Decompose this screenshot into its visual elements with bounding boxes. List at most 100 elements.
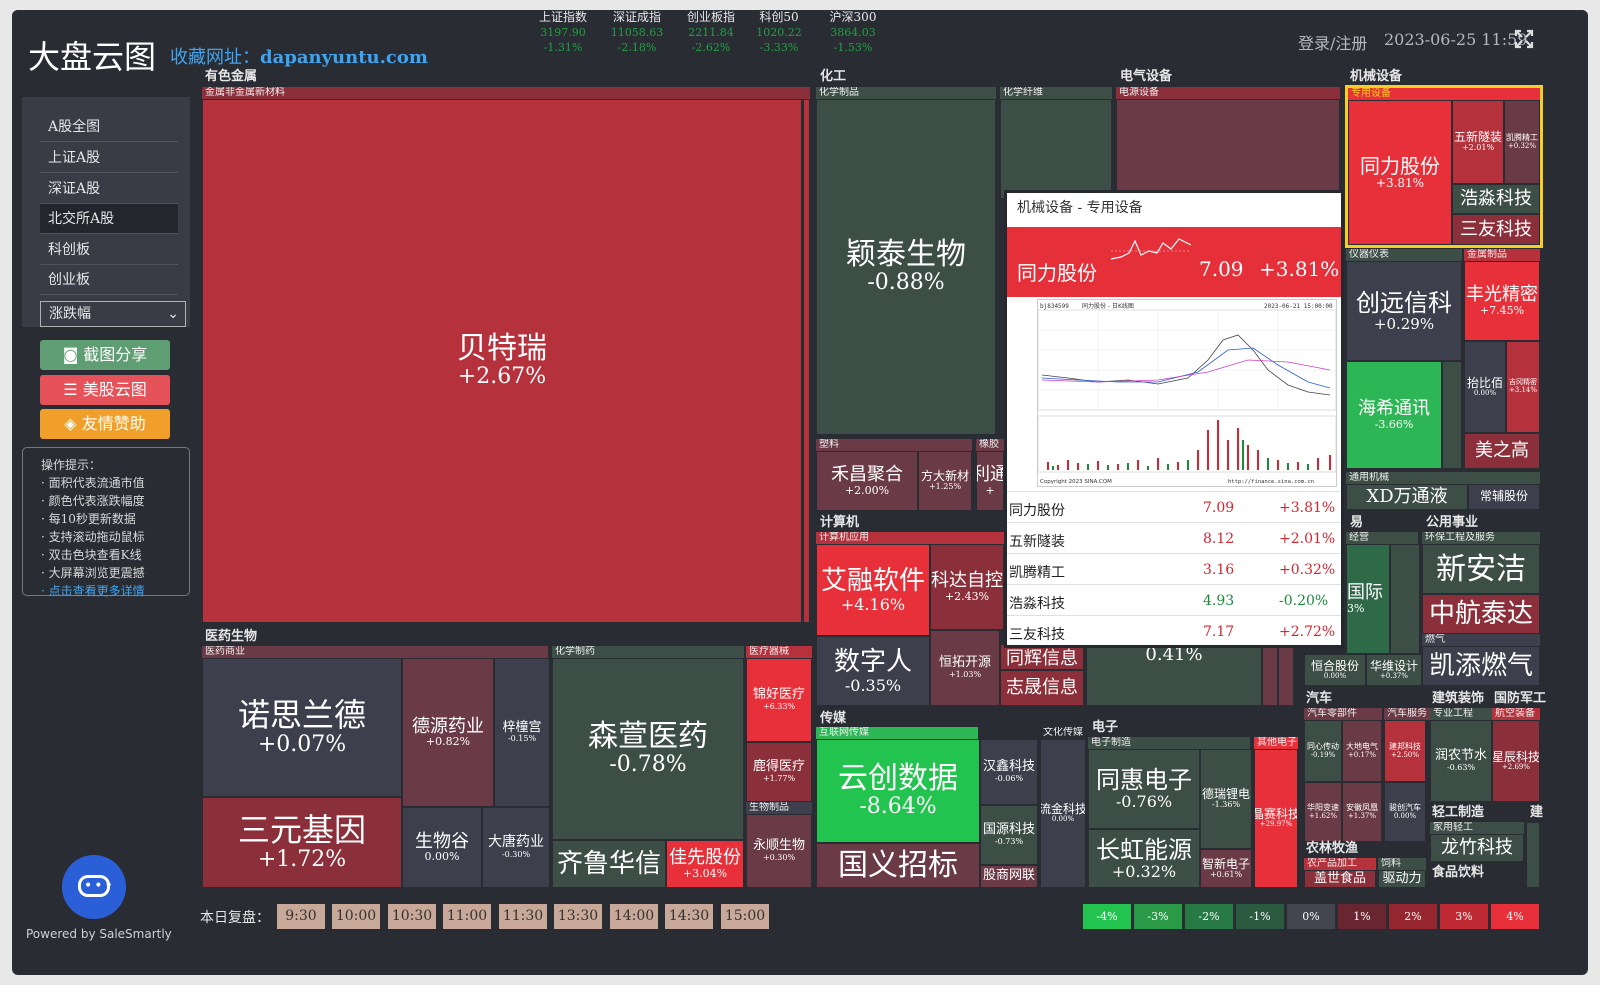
stock-tile[interactable]: 大唐药业 -0.30% (482, 807, 550, 888)
popup-main-quote[interactable]: 同力股份 7.09 +3.81% (1007, 227, 1341, 297)
stock-tile[interactable]: 志晟信息 (1000, 670, 1084, 706)
menu-kcb[interactable]: 科创板 (40, 235, 178, 265)
stock-tile[interactable]: 盖世食品 (1304, 870, 1376, 888)
stock-tile[interactable] (1000, 99, 1112, 199)
menu-a-all[interactable]: A股全图 (40, 112, 178, 142)
stock-tile[interactable]: 美之高 (1464, 433, 1540, 469)
stock-tile[interactable]: 利通 + (976, 451, 1004, 511)
stock-tile[interactable]: 国义招标 (816, 843, 980, 888)
stock-tile[interactable]: 创远信科 +0.29% (1346, 261, 1462, 361)
menu-sh-a[interactable]: 上证A股 (40, 143, 178, 173)
replay-time-button[interactable]: 11:30 (499, 904, 547, 929)
stock-tile[interactable]: 恒合股份 0.00% (1304, 654, 1366, 686)
stock-tile[interactable]: 方大新材 +1.25% (918, 451, 972, 511)
stock-tile[interactable]: 吉冈精密 +3.14% (1506, 341, 1540, 433)
menu-sz-a[interactable]: 深证A股 (40, 174, 178, 204)
stock-tile[interactable]: 禾昌聚合 +2.00% (816, 451, 918, 511)
stock-tile[interactable]: 常辅股份 (1468, 484, 1540, 510)
stock-tile[interactable]: 诺思兰德 +0.07% (202, 658, 402, 797)
replay-time-button[interactable]: 10:30 (388, 904, 436, 929)
stock-tile[interactable]: 中航泰达 (1422, 594, 1540, 634)
stock-tile[interactable]: 国际 3% (1346, 544, 1390, 654)
stock-tile[interactable]: 股商网联 (980, 865, 1038, 888)
stock-tile[interactable]: 齐鲁华信 (552, 840, 666, 888)
stock-tile[interactable]: 龙竹科技 (1430, 834, 1524, 862)
stock-tile[interactable]: 星辰科技 +2.69% (1492, 720, 1540, 802)
stock-tile[interactable]: 安徽凤凰 +1.37% (1342, 782, 1382, 842)
replay-time-button[interactable]: 10:00 (332, 904, 380, 929)
stock-tile[interactable]: 汉鑫科技 -0.06% (980, 739, 1038, 805)
stock-tile[interactable]: 大地电气 +0.17% (1342, 720, 1382, 782)
kline-chart[interactable]: bj834599 同力股份 - 日K线图 2023-06-21 15:00:00… (1037, 299, 1337, 487)
stock-tile[interactable]: 德源药业 +0.82% (402, 658, 494, 807)
stock-tile[interactable]: 抬比佰 0.00% (1464, 341, 1506, 433)
stock-tile[interactable]: 三元基因 +1.72% (202, 797, 402, 888)
index-hs300[interactable]: 沪深300 3864.03 -1.53% (814, 10, 892, 55)
stock-tile[interactable]: 凯腾精工 +0.32% (1504, 100, 1540, 184)
metric-select[interactable]: 涨跌幅 ⌄ (40, 301, 186, 327)
stock-tile[interactable]: 同心传动 -0.19% (1304, 720, 1342, 782)
stock-tile[interactable]: 海希通讯 -3.66% (1346, 361, 1442, 469)
stock-tile[interactable] (803, 99, 810, 623)
stock-tile[interactable]: 长虹能源 +0.32% (1088, 829, 1200, 888)
replay-time-button[interactable]: 14:30 (665, 904, 713, 929)
stock-tile[interactable]: 三友科技 (1452, 214, 1540, 245)
index-cyb[interactable]: 创业板指 2211.84 -2.62% (672, 10, 750, 55)
stock-tile[interactable]: 科达自控 +2.43% (930, 544, 1004, 630)
stock-tile[interactable]: 建邦科技 +2.50% (1384, 720, 1426, 782)
stock-tile[interactable]: 骏创汽车 0.00% (1384, 782, 1426, 842)
stock-tile[interactable]: 华维设计 +0.37% (1366, 654, 1422, 686)
stock-tile[interactable]: 梓橦宫 -0.15% (494, 658, 550, 807)
chat-button[interactable]: ••• (62, 855, 126, 919)
stock-tile[interactable] (1116, 99, 1340, 199)
index-kc50[interactable]: 科创50 1020.22 -3.33% (740, 10, 818, 55)
popup-row[interactable]: 浩淼科技 4.93 -0.20% (1007, 584, 1341, 615)
stock-tile[interactable]: 丰光精密 +7.45% (1464, 261, 1540, 341)
popup-row[interactable]: 五新隧装 8.12 +2.01% (1007, 522, 1341, 553)
stock-tile[interactable]: 艾融软件 +4.16% (816, 544, 930, 636)
fav-url[interactable]: dapanyuntu.com (260, 47, 428, 68)
stock-tile[interactable]: 生物谷 0.00% (402, 807, 482, 888)
stock-tile[interactable]: 锦好医疗 +6.33% (746, 658, 812, 742)
stock-tile[interactable]: 华阳变速 +1.62% (1304, 782, 1342, 842)
stock-tile[interactable]: XD万通液 (1346, 484, 1468, 510)
stock-tile[interactable]: 同力股份 +3.81% (1348, 100, 1452, 245)
stock-tile[interactable]: 贝特瑞 +2.67% (202, 99, 802, 623)
replay-time-button[interactable]: 11:00 (443, 904, 491, 929)
replay-time-button[interactable]: 15:00 (721, 904, 769, 929)
stock-tile[interactable]: 同惠电子 -0.76% (1088, 749, 1200, 829)
stock-tile[interactable]: 新安洁 (1422, 544, 1540, 594)
stock-tile[interactable]: 晶赛科技 +29.97% (1254, 749, 1298, 888)
site-logo[interactable]: 大盘云图 (28, 32, 156, 78)
popup-row[interactable]: 凯腾精工 3.16 +0.32% (1007, 553, 1341, 584)
index-sh[interactable]: 上证指数 3197.90 -1.31% (524, 10, 602, 55)
stock-tile[interactable]: 浩淼科技 (1452, 184, 1540, 214)
menu-bj-a[interactable]: 北交所A股 (40, 204, 178, 234)
index-sz[interactable]: 深证成指 11058.63 -2.18% (598, 10, 676, 55)
popup-row[interactable]: 同力股份 7.09 +3.81% (1007, 491, 1341, 522)
us-map-button[interactable]: ☰ 美股云图 (40, 375, 170, 405)
stock-tile[interactable]: 佳先股份 +3.04% (666, 840, 744, 888)
stock-tile[interactable]: 凯添燃气 (1422, 646, 1540, 686)
stock-tile[interactable]: 云创数据 -8.64% (816, 739, 980, 843)
stock-tile[interactable]: 国源科技 -0.73% (980, 805, 1038, 865)
powered-by[interactable]: Powered by SaleSmartly (26, 927, 172, 941)
stock-tile[interactable]: 智新电子 +0.61% (1200, 849, 1252, 888)
stock-tile[interactable]: 鹿得医疗 +1.77% (746, 742, 812, 802)
stock-tile[interactable]: 流金科技 0.00% (1040, 739, 1086, 888)
stock-tile[interactable]: 永顺生物 +0.30% (746, 814, 812, 888)
stock-tile[interactable] (1442, 361, 1462, 469)
menu-cyb[interactable]: 创业板 (40, 265, 178, 295)
stock-tile[interactable] (1526, 822, 1540, 888)
share-button[interactable]: ◙ 截图分享 (40, 340, 170, 370)
stock-tile[interactable] (1390, 544, 1420, 654)
stock-tile[interactable]: 五新隧装 +2.01% (1452, 100, 1504, 184)
stock-tile[interactable]: 森萱医药 -0.78% (552, 658, 744, 840)
replay-time-button[interactable]: 13:30 (554, 904, 602, 929)
replay-time-button[interactable]: 14:00 (610, 904, 658, 929)
stock-tile[interactable]: 0.41% (1086, 644, 1262, 706)
replay-time-button[interactable]: 9:30 (277, 904, 325, 929)
stock-tile[interactable] (1278, 644, 1294, 706)
more-link[interactable]: · 点击查看更多详情 (41, 582, 189, 600)
stock-tile[interactable]: 德瑞锂电 -1.36% (1200, 749, 1252, 849)
